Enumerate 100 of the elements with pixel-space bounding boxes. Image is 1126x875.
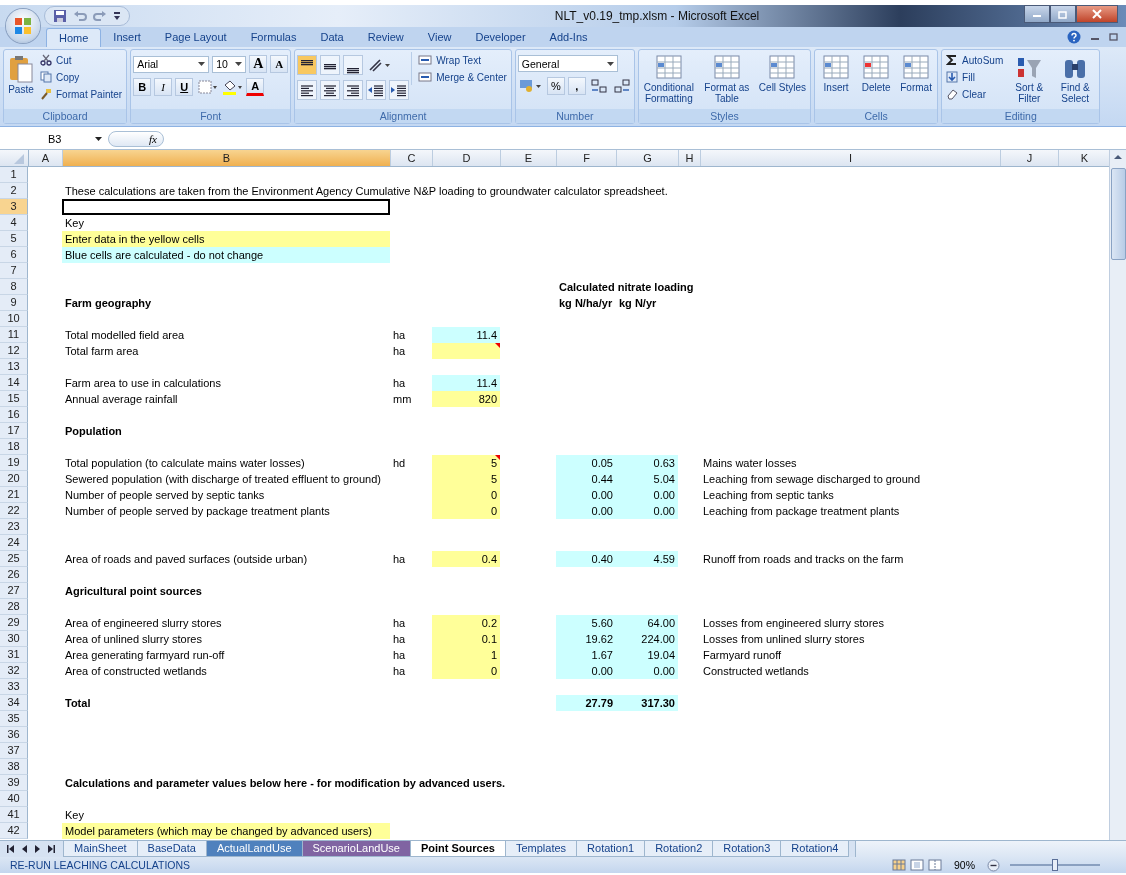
row-header[interactable]: 13 (0, 359, 28, 375)
table-cell[interactable]: 0.1 (432, 631, 500, 647)
table-cell[interactable]: 0.00 (556, 663, 616, 679)
bold-button[interactable]: B (133, 78, 152, 96)
row-header[interactable]: 35 (0, 711, 28, 727)
row-header[interactable]: 12 (0, 343, 28, 359)
row-header[interactable]: 36 (0, 727, 28, 743)
row-header[interactable]: 10 (0, 311, 28, 327)
zoom-level[interactable]: 90% (954, 859, 975, 871)
ribbon-tab[interactable]: Home (46, 28, 102, 47)
table-cell[interactable]: 27.79 (556, 695, 616, 711)
row-header[interactable]: 30 (0, 631, 28, 647)
row-header[interactable]: 7 (0, 263, 28, 279)
minimize-button[interactable] (1024, 5, 1050, 23)
decrease-decimal-icon[interactable] (611, 77, 632, 95)
align-left-icon[interactable] (297, 80, 318, 100)
sheet-tab[interactable]: ScenarioLandUse (301, 841, 411, 857)
row-header[interactable]: 11 (0, 327, 28, 343)
row-header[interactable]: 28 (0, 599, 28, 615)
row-header[interactable]: 41 (0, 807, 28, 823)
row-header[interactable]: 6 (0, 247, 28, 263)
table-cell[interactable]: 1 (432, 647, 500, 663)
number-format-field[interactable]: General (517, 55, 618, 72)
restore-icon[interactable] (1109, 33, 1118, 41)
row-header[interactable]: 15 (0, 391, 28, 407)
row-header[interactable]: 18 (0, 439, 28, 455)
format-painter-button[interactable]: Format Painter (38, 86, 125, 102)
decrease-indent-icon[interactable] (366, 80, 387, 100)
paste-button[interactable]: Paste (6, 52, 36, 97)
row-header[interactable]: 42 (0, 823, 28, 839)
active-cell[interactable] (62, 199, 390, 215)
row-header[interactable]: 29 (0, 615, 28, 631)
sort-filter-button[interactable]: Sort & Filter (1007, 52, 1052, 106)
increase-indent-icon[interactable] (389, 80, 410, 100)
table-cell[interactable]: 0 (432, 503, 500, 519)
percent-button[interactable]: % (546, 77, 565, 95)
table-cell[interactable]: 0.63 (616, 455, 678, 471)
row-header[interactable]: 27 (0, 583, 28, 599)
table-cell[interactable]: 64.00 (616, 615, 678, 631)
row-header[interactable]: 34 (0, 695, 28, 711)
sheet-tab[interactable]: Rotation4 (780, 841, 850, 857)
table-cell[interactable]: 0.00 (556, 503, 616, 519)
dropdown-arrow-icon[interactable] (235, 62, 243, 66)
find-select-button[interactable]: Find & Select (1053, 52, 1098, 106)
sheet-tab[interactable]: Templates (504, 841, 578, 857)
zoom-out-icon[interactable] (987, 858, 1000, 872)
align-right-icon[interactable] (343, 80, 364, 100)
italic-button[interactable]: I (154, 78, 173, 96)
table-cell[interactable]: 0.00 (616, 503, 678, 519)
save-icon[interactable] (53, 9, 67, 23)
table-cell[interactable]: 0.05 (556, 455, 616, 471)
table-cell[interactable]: 0.44 (556, 471, 616, 487)
comma-button[interactable]: , (567, 77, 586, 95)
row-header[interactable]: 26 (0, 567, 28, 583)
row-header[interactable]: 32 (0, 663, 28, 679)
table-cell[interactable]: 0.00 (556, 487, 616, 503)
row-header[interactable]: 24 (0, 535, 28, 551)
row-header[interactable]: 38 (0, 759, 28, 775)
ribbon-tab[interactable]: Page Layout (152, 28, 239, 47)
fill-color-icon[interactable] (221, 78, 244, 96)
row-header[interactable]: 37 (0, 743, 28, 759)
clear-button[interactable]: Clear (944, 86, 1006, 102)
zoom-slider[interactable] (1052, 859, 1058, 871)
format-as-table-button[interactable]: Format as Table (698, 52, 755, 106)
row-header[interactable]: 22 (0, 503, 28, 519)
row-header[interactable]: 16 (0, 407, 28, 423)
cut-button[interactable]: Cut (38, 52, 125, 68)
table-cell[interactable]: 0 (432, 663, 500, 679)
table-cell[interactable]: 1.67 (556, 647, 616, 663)
page-layout-icon[interactable] (910, 859, 924, 871)
bottom-align-icon[interactable] (343, 55, 364, 75)
insert-button[interactable]: Insert (817, 52, 856, 95)
dropdown-arrow-icon[interactable] (198, 62, 206, 66)
table-cell[interactable]: Enter data in the yellow cells (62, 231, 390, 247)
ribbon-tab[interactable]: Review (355, 28, 416, 47)
column-header[interactable]: D (433, 150, 501, 166)
table-cell[interactable]: 820 (432, 391, 500, 407)
format-button[interactable]: Format (897, 52, 936, 95)
table-cell[interactable]: 5.04 (616, 471, 678, 487)
autosum-button[interactable]: AutoSum (944, 52, 1006, 68)
row-header[interactable]: 3 (0, 199, 28, 215)
sheet-tab[interactable]: Point Sources (409, 841, 506, 857)
table-cell[interactable]: 19.04 (616, 647, 678, 663)
table-cell[interactable]: Model parameters (which may be changed by advanced users) (62, 823, 390, 839)
dropdown-arrow-icon[interactable] (95, 137, 102, 141)
middle-align-icon[interactable] (320, 55, 341, 75)
ribbon-tab[interactable]: Data (308, 28, 356, 47)
ribbon-tab[interactable]: Insert (101, 28, 153, 47)
merge-center-button[interactable]: Merge & Center (416, 69, 509, 85)
column-header[interactable]: C (391, 150, 433, 166)
sheet-tab[interactable]: ActualLandUse (205, 841, 303, 857)
fill-button[interactable]: Fill (944, 69, 1006, 85)
table-cell[interactable]: 0.00 (616, 663, 678, 679)
row-header[interactable]: 20 (0, 471, 28, 487)
column-header[interactable]: I (701, 150, 1001, 166)
sheet-tab[interactable]: Rotation2 (644, 841, 714, 857)
font-field[interactable]: Arial (133, 55, 210, 73)
center-icon[interactable] (320, 80, 341, 100)
insert-function-button[interactable]: fx (149, 133, 157, 145)
table-cell[interactable]: 4.59 (616, 551, 678, 567)
